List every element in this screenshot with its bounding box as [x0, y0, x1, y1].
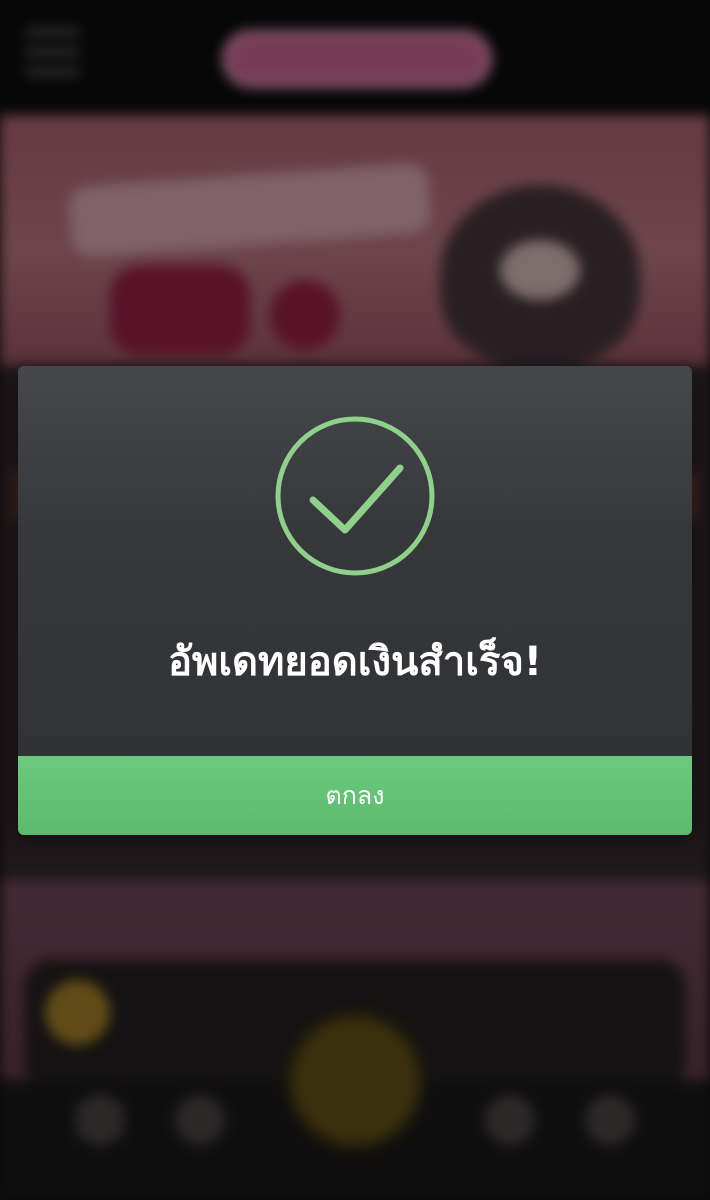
success-check-icon [275, 416, 435, 576]
dialog-title: อัพเดทยอดเงินสำเร็จ! [167, 639, 543, 685]
success-dialog: อัพเดทยอดเงินสำเร็จ! ตกลง [18, 366, 692, 835]
ok-button[interactable]: ตกลง [18, 756, 692, 835]
